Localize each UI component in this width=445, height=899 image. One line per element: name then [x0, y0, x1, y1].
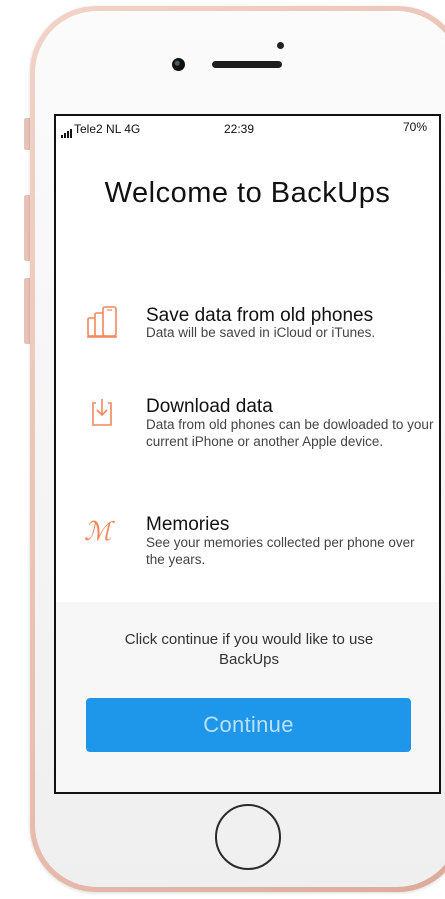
feature-title: Save data from old phones [146, 305, 374, 326]
status-bar: Tele2 NL 4G 22:39 70% [56, 116, 439, 142]
feature-title: Memories [146, 514, 230, 535]
clock: 22:39 [224, 122, 255, 136]
feature-description: See your memories collected per phone ov… [146, 535, 415, 567]
page-title-text: Welcome to BackUps [104, 177, 391, 209]
feature-description: Data will be saved in iCloud or iTunes. [146, 325, 376, 340]
carrier-label: Tele2 NL 4G [74, 122, 141, 136]
footer-panel: Click continue if you would like to use … [56, 602, 439, 792]
phones-icon [86, 306, 126, 345]
front-camera [172, 58, 185, 71]
page-title: Welcome to BackUps [56, 176, 439, 211]
download-icon [86, 397, 118, 434]
home-button[interactable] [215, 804, 281, 870]
earpiece-speaker [212, 61, 282, 68]
footer-message: Click continue if you would like to use … [124, 631, 374, 668]
continue-button[interactable]: Continue [86, 698, 411, 752]
memories-icon: ℳ [84, 517, 112, 547]
proximity-sensor [277, 42, 284, 49]
battery-percent: 70% [402, 120, 427, 134]
signal-icon [61, 124, 73, 138]
feature-title: Download data [146, 396, 273, 417]
feature-description: Data from old phones can be dowloaded to… [146, 417, 434, 449]
app-screen: Tele2 NL 4G 22:39 70% Welcome to BackUps… [54, 114, 441, 794]
